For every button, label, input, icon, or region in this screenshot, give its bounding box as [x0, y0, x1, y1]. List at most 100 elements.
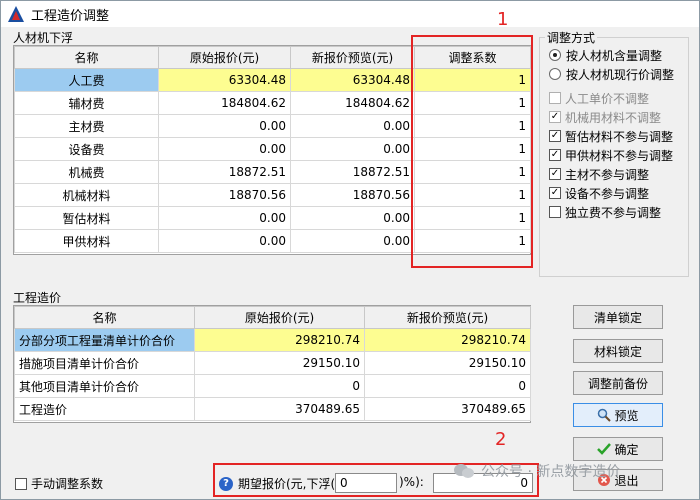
row-name[interactable]: 设备费	[14, 137, 159, 161]
column-header-coefficient[interactable]: 调整系数	[414, 46, 531, 69]
table-row[interactable]: 措施项目清单计价合价 29150.10 29150.10	[14, 351, 531, 375]
row-name[interactable]: 其他项目清单计价合价	[14, 374, 195, 398]
checkbox-independent-fee[interactable]: 独立费不参与调整	[549, 203, 661, 221]
row-new[interactable]: 370489.65	[364, 397, 531, 421]
radio-button[interactable]	[549, 68, 561, 80]
row-original[interactable]: 63304.48	[158, 68, 291, 92]
row-new[interactable]: 0.00	[290, 137, 415, 161]
row-new[interactable]: 298210.74	[364, 328, 531, 352]
table-row[interactable]: 机械材料 18870.56 18870.56 1	[14, 183, 531, 207]
checkbox[interactable]	[15, 477, 27, 490]
row-name[interactable]: 人工费	[14, 68, 159, 92]
row-name[interactable]: 主材费	[14, 114, 159, 138]
row-name[interactable]: 辅材费	[14, 91, 159, 115]
row-name[interactable]: 措施项目清单计价合价	[14, 351, 195, 375]
column-header-new[interactable]: 新报价预览(元)	[290, 46, 415, 69]
confirm-button[interactable]: 确定	[573, 437, 663, 461]
row-name[interactable]: 工程造价	[14, 397, 195, 421]
checkbox-checked[interactable]: ✓	[549, 130, 561, 142]
column-header-new[interactable]: 新报价预览(元)	[364, 306, 531, 329]
table-row[interactable]: 主材费 0.00 0.00 1	[14, 114, 531, 138]
column-header-name[interactable]: 名称	[14, 306, 195, 329]
table-row[interactable]: 暂估材料 0.00 0.00 1	[14, 206, 531, 230]
row-name[interactable]: 分部分项工程量清单计价合价	[14, 328, 195, 352]
lock-list-button[interactable]: 清单锁定	[573, 305, 663, 329]
magnifier-icon	[598, 408, 612, 422]
table-row[interactable]: 机械费 18872.51 18872.51 1	[14, 160, 531, 184]
row-original[interactable]: 18872.51	[158, 160, 291, 184]
row-new[interactable]: 29150.10	[364, 351, 531, 375]
manual-adjust-checkbox[interactable]: 手动调整系数	[15, 475, 103, 492]
column-header-original[interactable]: 原始报价(元)	[194, 306, 365, 329]
row-coefficient[interactable]: 1	[414, 137, 531, 161]
table-row[interactable]: 人工费 63304.48 63304.48 1	[14, 68, 531, 92]
row-original[interactable]: 0	[194, 374, 365, 398]
checkbox-machine-material[interactable]: ✓ 机械用材料不调整	[549, 108, 661, 126]
checkbox-checked[interactable]: ✓	[549, 187, 561, 199]
row-coefficient[interactable]: 1	[414, 114, 531, 138]
row-coefficient[interactable]: 1	[414, 229, 531, 253]
row-new[interactable]: 18872.51	[290, 160, 415, 184]
cost-table[interactable]: 名称 原始报价(元) 新报价预览(元) 分部分项工程量清单计价合价 298210…	[13, 305, 531, 423]
radio-by-content[interactable]: 按人材机含量调整	[549, 46, 662, 64]
float-percent-input[interactable]: 0	[335, 473, 397, 493]
checkbox-checked[interactable]: ✓	[549, 111, 561, 123]
table-row[interactable]: 分部分项工程量清单计价合价 298210.74 298210.74	[14, 328, 531, 352]
checkbox-equipment[interactable]: ✓ 设备不参与调整	[549, 184, 649, 202]
row-original[interactable]: 29150.10	[194, 351, 365, 375]
column-header-original[interactable]: 原始报价(元)	[158, 46, 291, 69]
column-header-name[interactable]: 名称	[14, 46, 159, 69]
row-new[interactable]: 0.00	[290, 114, 415, 138]
checkbox-label: 机械用材料不调整	[565, 110, 662, 125]
row-name[interactable]: 机械费	[14, 160, 159, 184]
row-new[interactable]: 0	[364, 374, 531, 398]
checkbox-labor-price[interactable]: 人工单价不调整	[549, 89, 649, 107]
checkbox[interactable]	[549, 206, 561, 218]
radio-label: 按人材机现行价调整	[566, 67, 675, 82]
row-new[interactable]: 0.00	[290, 206, 415, 230]
button-label: 预览	[614, 408, 639, 423]
checkbox-checked[interactable]: ✓	[549, 149, 561, 161]
labor-group-label: 人材机下浮	[11, 29, 76, 46]
row-original[interactable]: 184804.62	[158, 91, 291, 115]
button-label: 清单锁定	[593, 310, 642, 325]
checkbox-label: 主材不参与调整	[565, 167, 650, 182]
row-name[interactable]: 甲供材料	[14, 229, 159, 253]
checkbox-provisional-material[interactable]: ✓ 暂估材料不参与调整	[549, 127, 673, 145]
checkbox[interactable]	[549, 92, 561, 104]
table-row[interactable]: 其他项目清单计价合价 0 0	[14, 374, 531, 398]
radio-button-selected[interactable]	[549, 49, 561, 61]
table-row[interactable]: 辅材费 184804.62 184804.62 1	[14, 91, 531, 115]
lock-material-button[interactable]: 材料锁定	[573, 339, 663, 363]
table-row[interactable]: 工程造价 370489.65 370489.65	[14, 397, 531, 421]
row-coefficient[interactable]: 1	[414, 160, 531, 184]
row-coefficient[interactable]: 1	[414, 206, 531, 230]
row-new[interactable]: 63304.48	[290, 68, 415, 92]
percent-suffix-label: )%):	[399, 475, 424, 489]
row-coefficient[interactable]: 1	[414, 91, 531, 115]
labor-table[interactable]: 名称 原始报价(元) 新报价预览(元) 调整系数 人工费 63304.48 63…	[13, 45, 531, 255]
row-name[interactable]: 暂估材料	[14, 206, 159, 230]
table-row[interactable]: 设备费 0.00 0.00 1	[14, 137, 531, 161]
table-row[interactable]: 甲供材料 0.00 0.00 1	[14, 229, 531, 253]
row-original[interactable]: 0.00	[158, 137, 291, 161]
checkbox-owner-supplied[interactable]: ✓ 甲供材料不参与调整	[549, 146, 673, 164]
radio-by-current-price[interactable]: 按人材机现行价调整	[549, 65, 674, 83]
checkbox-checked[interactable]: ✓	[549, 168, 561, 180]
row-new[interactable]: 18870.56	[290, 183, 415, 207]
restore-backup-button[interactable]: 调整前备份	[573, 371, 663, 395]
row-new[interactable]: 0.00	[290, 229, 415, 253]
row-coefficient[interactable]: 1	[414, 68, 531, 92]
checkbox-main-material[interactable]: ✓ 主材不参与调整	[549, 165, 649, 183]
row-original[interactable]: 18870.56	[158, 183, 291, 207]
row-original[interactable]: 0.00	[158, 114, 291, 138]
row-original[interactable]: 0.00	[158, 229, 291, 253]
row-original[interactable]: 0.00	[158, 206, 291, 230]
row-name[interactable]: 机械材料	[14, 183, 159, 207]
row-coefficient[interactable]: 1	[414, 183, 531, 207]
row-original[interactable]: 298210.74	[194, 328, 365, 352]
row-new[interactable]: 184804.62	[290, 91, 415, 115]
row-original[interactable]: 370489.65	[194, 397, 365, 421]
preview-button[interactable]: 预览	[573, 403, 663, 427]
help-icon[interactable]: ?	[219, 476, 233, 491]
